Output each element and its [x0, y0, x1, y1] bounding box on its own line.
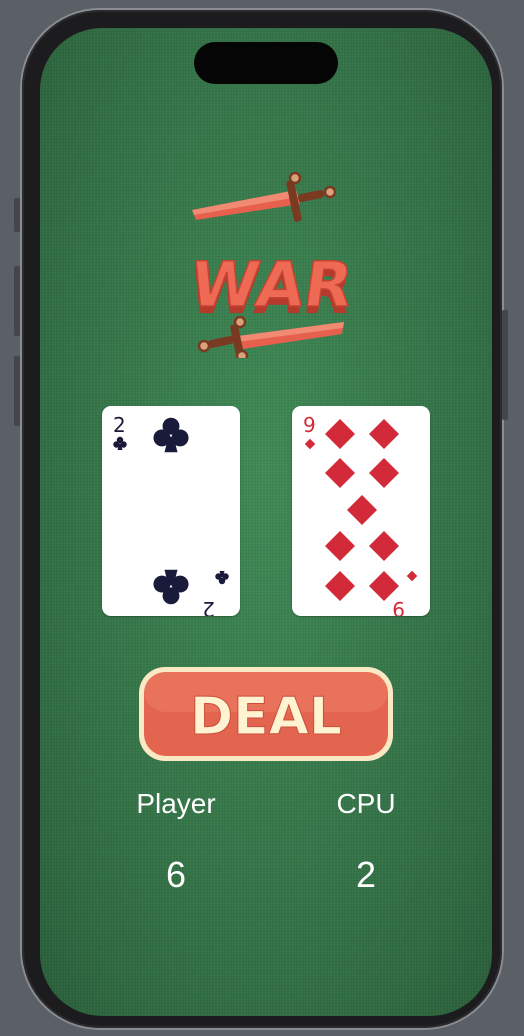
dynamic-island: [194, 42, 338, 84]
deal-button-label: DEAL: [190, 687, 342, 747]
player-card-rank-top: 2: [113, 413, 126, 437]
volume-up-button: [14, 266, 20, 336]
svg-text:WAR: WAR: [186, 248, 358, 321]
diamond-icon: [325, 571, 355, 601]
player-card: 2 2: [102, 406, 240, 616]
diamond-icon: [369, 571, 399, 601]
diamond-icon: [304, 438, 316, 450]
cpu-card-rank-bottom: 9: [392, 597, 405, 616]
deal-button[interactable]: DEAL: [136, 664, 396, 764]
cpu-score: 2: [355, 854, 377, 895]
club-icon: [113, 436, 127, 450]
silent-switch: [14, 198, 20, 232]
club-icon: [215, 571, 229, 585]
diamond-icon: [369, 419, 399, 449]
diamond-icon: [325, 419, 355, 449]
diamond-icon: [347, 495, 377, 525]
top-sword-icon: [192, 171, 337, 222]
club-icon: [153, 569, 189, 605]
player-label: Player: [136, 788, 216, 819]
player-score: 6: [165, 854, 187, 895]
power-button: [502, 310, 508, 420]
cpu-card-rank-top: 9: [303, 413, 316, 437]
volume-down-button: [14, 356, 20, 426]
player-card-rank-bottom: 2: [202, 597, 215, 616]
diamond-icon: [406, 570, 418, 582]
game-screen: WAR WAR 2 2 9 9 DEAL Player CPU 6 2: [40, 28, 492, 1016]
diamond-icon: [325, 531, 355, 561]
diamond-icon: [369, 531, 399, 561]
cpu-label: CPU: [336, 788, 396, 819]
diamond-icon: [369, 458, 399, 488]
war-wordmark: WAR WAR: [185, 248, 358, 328]
war-logo: WAR WAR: [178, 168, 358, 366]
cpu-card: 9 9: [292, 406, 430, 616]
diamond-icon: [325, 458, 355, 488]
club-icon: [153, 417, 189, 453]
